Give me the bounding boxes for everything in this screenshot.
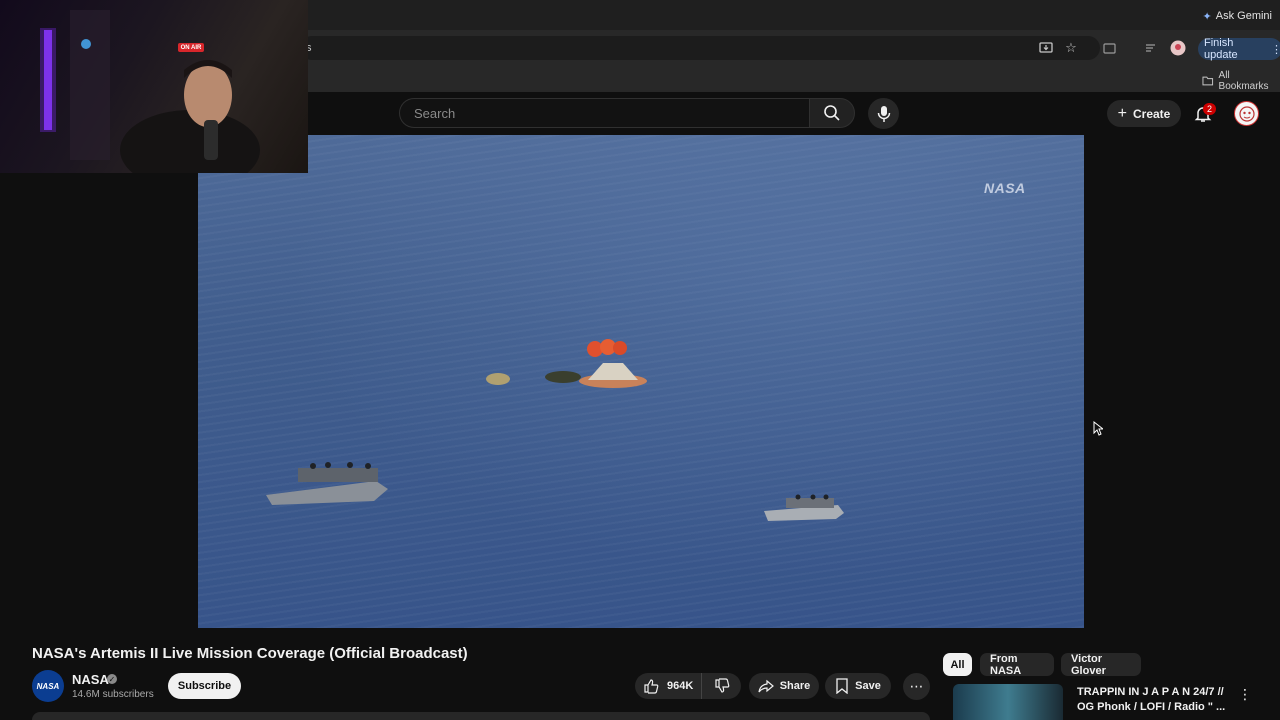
avatar-face-icon: [1238, 105, 1255, 122]
channel-avatar[interactable]: NASA: [32, 670, 64, 702]
notification-count-badge: 2: [1203, 103, 1216, 115]
recovery-boat-right: [764, 494, 844, 521]
finish-update-button[interactable]: Finish update ⋮: [1198, 37, 1280, 61]
video-player[interactable]: NASA: [198, 135, 1084, 628]
more-actions-button[interactable]: ⋯: [903, 673, 930, 700]
description-box[interactable]: [32, 712, 930, 720]
finish-update-label: Finish update: [1204, 37, 1238, 61]
streamer-scene: [40, 10, 260, 173]
thumbs-down-icon: [714, 678, 729, 693]
related-video-menu-icon[interactable]: ⋮: [1238, 686, 1252, 703]
bookmark-icon: [836, 678, 848, 694]
nasa-watermark: NASA: [984, 180, 1026, 196]
dislike-button[interactable]: [701, 673, 741, 699]
search-button[interactable]: [809, 98, 855, 128]
on-air-sign: ON AIR: [178, 43, 204, 52]
address-bar[interactable]: [300, 36, 1100, 60]
bookmark-star-icon[interactable]: ☆: [1063, 40, 1079, 56]
thumbs-up-icon: [644, 679, 659, 694]
ask-gemini-button[interactable]: ✦ Ask Gemini: [1203, 6, 1272, 26]
related-video-thumbnail[interactable]: [953, 684, 1063, 720]
profile-avatar-icon[interactable]: [1170, 40, 1186, 56]
save-label: Save: [855, 680, 881, 692]
plus-icon: +: [1117, 104, 1127, 122]
reading-list-icon[interactable]: [1142, 40, 1158, 56]
search-input[interactable]: [412, 105, 796, 122]
recovery-boat-left: [266, 462, 388, 505]
share-button[interactable]: Share: [749, 673, 819, 699]
account-avatar[interactable]: [1234, 101, 1259, 126]
voice-search-button[interactable]: [868, 98, 899, 129]
search-box: [399, 98, 809, 128]
chip-from-nasa[interactable]: From NASA: [980, 653, 1054, 677]
side-panel-icon[interactable]: [1101, 40, 1117, 56]
channel-name[interactable]: NASA: [72, 672, 109, 687]
folder-icon: [1202, 76, 1214, 86]
verified-check-icon: ✓: [107, 674, 117, 684]
share-icon: [758, 679, 774, 693]
create-button[interactable]: + Create: [1107, 100, 1181, 127]
like-count: 964K: [667, 680, 694, 692]
share-label: Share: [779, 680, 811, 692]
video-frame-scene: [266, 339, 844, 521]
chip-all[interactable]: All: [943, 653, 972, 676]
mouse-cursor-icon: [1093, 421, 1103, 436]
microphone-icon: [877, 105, 890, 122]
all-bookmarks-link[interactable]: All Bookmarks: [1202, 70, 1280, 92]
save-button[interactable]: Save: [825, 673, 891, 699]
all-bookmarks-label: All Bookmarks: [1218, 70, 1269, 92]
ellipsis-icon: ⋯: [909, 678, 924, 694]
kebab-menu-icon: ⋮: [1271, 43, 1280, 56]
subscribe-button[interactable]: Subscribe: [168, 673, 241, 699]
like-button[interactable]: 964K: [635, 673, 701, 699]
subscriber-count: 14.6M subscribers: [72, 689, 154, 700]
ask-gemini-label: Ask Gemini: [1215, 10, 1272, 22]
webcam-overlay: ON AIR: [0, 0, 308, 173]
sparkle-icon: ✦: [1202, 10, 1212, 23]
create-label: Create: [1132, 106, 1171, 121]
video-title: NASA's Artemis II Live Mission Coverage …: [32, 645, 468, 662]
search-icon: [824, 105, 840, 121]
orion-capsule: [579, 339, 647, 388]
install-app-icon[interactable]: [1038, 40, 1054, 56]
related-video-title[interactable]: TRAPPIN IN J A P A N 24/7 // OG Phonk / …: [1077, 685, 1227, 715]
chip-victor-glover[interactable]: Victor Glover: [1061, 653, 1141, 677]
raft: [486, 371, 581, 385]
